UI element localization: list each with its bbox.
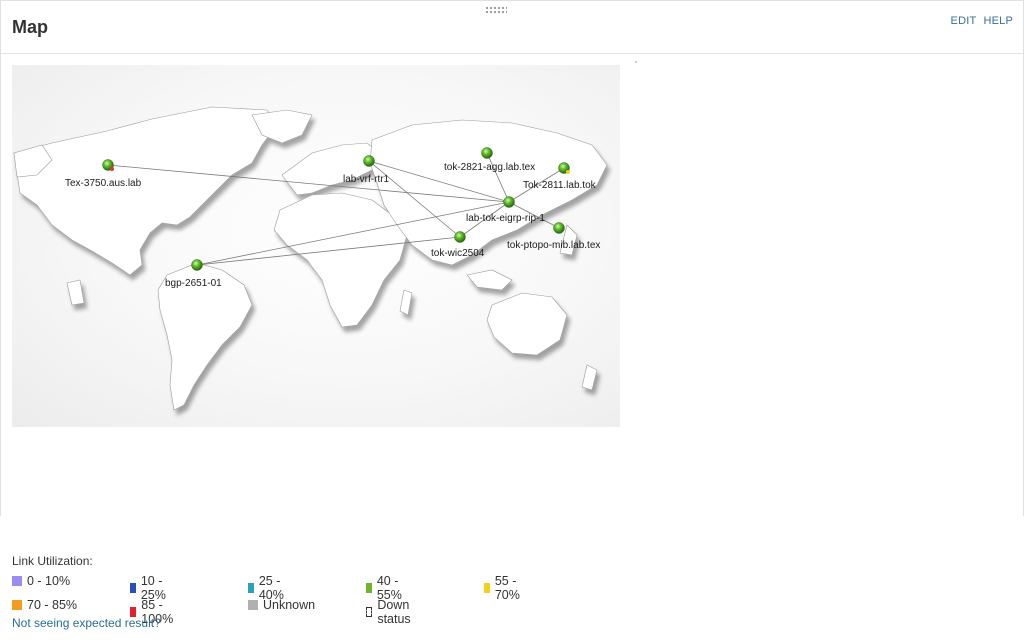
node-label[interactable]: lab-vrf-rtr1 [343, 174, 390, 185]
legend-swatch [12, 600, 22, 610]
help-link-header[interactable]: HELP [983, 15, 1013, 27]
node-label[interactable]: tok-ptopo-mib.lab.tex [507, 240, 600, 251]
edit-link[interactable]: EDIT [951, 15, 977, 27]
world-map-svg: Tex-3750.aus.lab lab-vrf-rtr1 tok-2821-a… [13, 106, 608, 411]
node-icon [454, 231, 466, 243]
not-seeing-expected-result-link[interactable]: Not seeing expected result? [12, 616, 161, 630]
continent-madagascar [399, 289, 413, 316]
node-label[interactable]: lab-tok-eigrp-rip-1 [466, 213, 545, 224]
legend-item: 70 - 85% [12, 598, 77, 612]
legend-item: Unknown [248, 598, 315, 612]
node-label[interactable]: tok-wic2504 [431, 248, 485, 259]
legend-swatch-dashed [366, 607, 373, 617]
world-map[interactable]: Tex-3750.aus.lab lab-vrf-rtr1 tok-2821-a… [12, 65, 620, 427]
legend-swatch [248, 600, 258, 610]
legend-item: 0 - 10% [12, 574, 70, 588]
continent-europe [281, 142, 383, 196]
map-widget: Map EDIT HELP Tex-3750.aus.lab lab-vrf-r… [0, 0, 1024, 516]
node-icon [191, 259, 203, 271]
continent-new-zealand [581, 364, 598, 391]
node-label[interactable]: Tok-2811.lab.tok [523, 180, 597, 191]
continent-africa [273, 192, 408, 328]
widget-header: Map EDIT HELP [1, 1, 1023, 54]
link-utilization-legend: Link Utilization: 0 - 10% 10 - 25% 25 - … [12, 554, 520, 626]
legend-item: Down status [366, 598, 414, 626]
legend-title: Link Utilization: [12, 554, 93, 568]
node-label[interactable]: tok-2821-agg.lab.tex [444, 162, 535, 173]
continent-australia [486, 292, 568, 356]
continent-north-america [13, 106, 278, 276]
divider-dot [635, 61, 637, 63]
legend-swatch [248, 583, 254, 593]
node-icon [363, 155, 375, 167]
node-icon [481, 147, 493, 159]
legend-swatch [130, 583, 136, 593]
legend-swatch [366, 583, 372, 593]
legend-item: 55 - 70% [484, 574, 524, 602]
node-icon [553, 222, 565, 234]
legend-swatch [12, 576, 22, 586]
legend-label: Down status [377, 598, 411, 626]
legend-label: 55 - 70% [494, 574, 520, 602]
node-status-down-icon [110, 167, 114, 171]
continent-pacific-islands [66, 279, 85, 306]
legend-row: 0 - 10% 10 - 25% 25 - 40% 40 - 55% 55 - … [12, 574, 520, 602]
widget-title: Map [12, 17, 48, 37]
node-label[interactable]: Tex-3750.aus.lab [65, 178, 142, 189]
node-warning-icon [566, 170, 570, 174]
node-label[interactable]: bgp-2651-01 [165, 278, 222, 289]
legend-swatch [484, 583, 490, 593]
node-icon [503, 196, 515, 208]
legend-label: Unknown [263, 598, 316, 612]
legend-label: 0 - 10% [27, 574, 71, 588]
header-links: EDIT HELP [947, 15, 1013, 27]
continent-se-asia [466, 269, 513, 291]
legend-label: 70 - 85% [27, 598, 78, 612]
